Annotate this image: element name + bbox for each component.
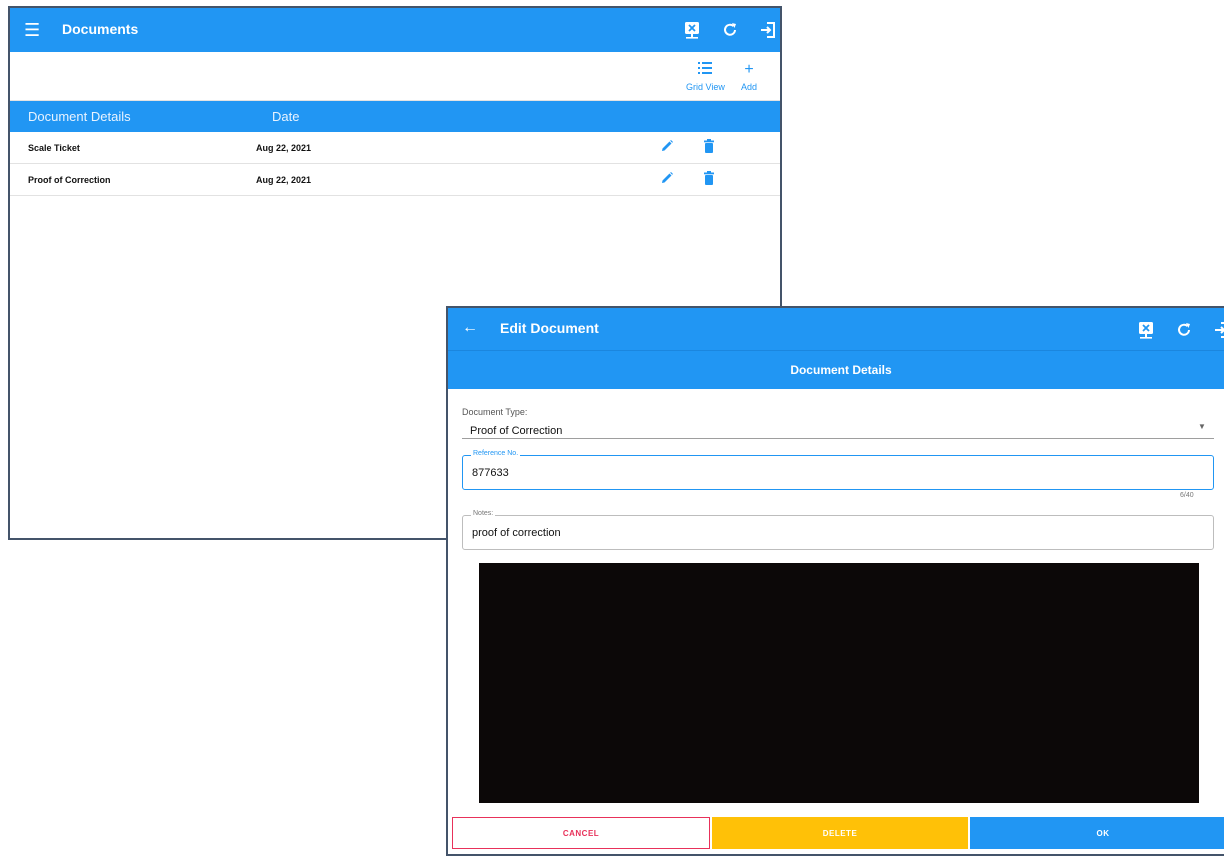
device-disconnect-icon[interactable] bbox=[680, 18, 704, 42]
grid-view-label: Grid View bbox=[686, 82, 725, 92]
document-type-select[interactable]: Proof of Correction bbox=[470, 425, 562, 437]
app-bar-actions bbox=[1134, 318, 1224, 342]
table-row[interactable]: Proof of Correction Aug 22, 2021 bbox=[10, 164, 780, 196]
document-type-label: Document Type: bbox=[462, 407, 528, 417]
edit-pencil-icon[interactable] bbox=[660, 139, 674, 155]
page-title: Documents bbox=[62, 21, 139, 37]
grid-view-button[interactable]: Grid View bbox=[686, 62, 725, 92]
documents-app-bar: ☰ Documents bbox=[10, 8, 780, 52]
document-type-underline bbox=[462, 438, 1214, 439]
documents-toolbar: Grid View + Add bbox=[10, 52, 780, 101]
documents-table-header: Document Details Date bbox=[10, 101, 780, 132]
notes-label: Notes: bbox=[471, 510, 496, 517]
notes-value[interactable]: proof of correction bbox=[472, 527, 561, 539]
column-header-date: Date bbox=[272, 109, 300, 124]
back-arrow-icon[interactable]: ← bbox=[462, 318, 478, 338]
grid-view-icon bbox=[686, 62, 725, 78]
document-date: Aug 22, 2021 bbox=[256, 143, 312, 153]
reference-number-field[interactable]: Reference No. 877633 bbox=[462, 450, 1214, 490]
dropdown-caret-icon[interactable]: ▼ bbox=[1198, 422, 1206, 431]
document-photo bbox=[479, 563, 1199, 803]
character-counter: 6/40 bbox=[1180, 492, 1194, 499]
cancel-button[interactable]: CANCEL bbox=[452, 817, 710, 849]
edit-app-bar: ← Edit Document bbox=[448, 308, 1224, 350]
refresh-icon[interactable] bbox=[1172, 318, 1196, 342]
notes-field[interactable]: Notes: proof of correction bbox=[462, 510, 1214, 550]
delete-trash-icon[interactable] bbox=[703, 139, 715, 155]
device-disconnect-icon[interactable] bbox=[1134, 318, 1158, 342]
app-bar-actions bbox=[680, 18, 780, 42]
edit-document-window: ← Edit Document Document Details Documen… bbox=[446, 306, 1224, 856]
add-icon: + bbox=[744, 61, 754, 78]
column-header-document-details: Document Details bbox=[28, 109, 131, 124]
document-name: Scale Ticket bbox=[28, 143, 80, 153]
page-title: Edit Document bbox=[500, 320, 599, 336]
add-label: Add bbox=[741, 82, 758, 92]
reference-number-value[interactable]: 877633 bbox=[472, 467, 509, 479]
reference-number-label: Reference No. bbox=[471, 450, 521, 457]
edit-pencil-icon[interactable] bbox=[660, 171, 674, 187]
add-button[interactable]: + Add bbox=[741, 61, 758, 93]
document-name: Proof of Correction bbox=[28, 175, 111, 185]
delete-trash-icon[interactable] bbox=[703, 171, 715, 187]
delete-button[interactable]: DELETE bbox=[712, 817, 968, 849]
refresh-icon[interactable] bbox=[718, 18, 742, 42]
document-date: Aug 22, 2021 bbox=[256, 175, 312, 185]
section-header: Document Details bbox=[448, 350, 1224, 389]
menu-icon[interactable]: ☰ bbox=[24, 18, 44, 42]
ok-button[interactable]: OK bbox=[970, 817, 1224, 849]
logout-icon[interactable] bbox=[1210, 318, 1224, 342]
table-row[interactable]: Scale Ticket Aug 22, 2021 bbox=[10, 132, 780, 164]
logout-icon[interactable] bbox=[756, 18, 780, 42]
